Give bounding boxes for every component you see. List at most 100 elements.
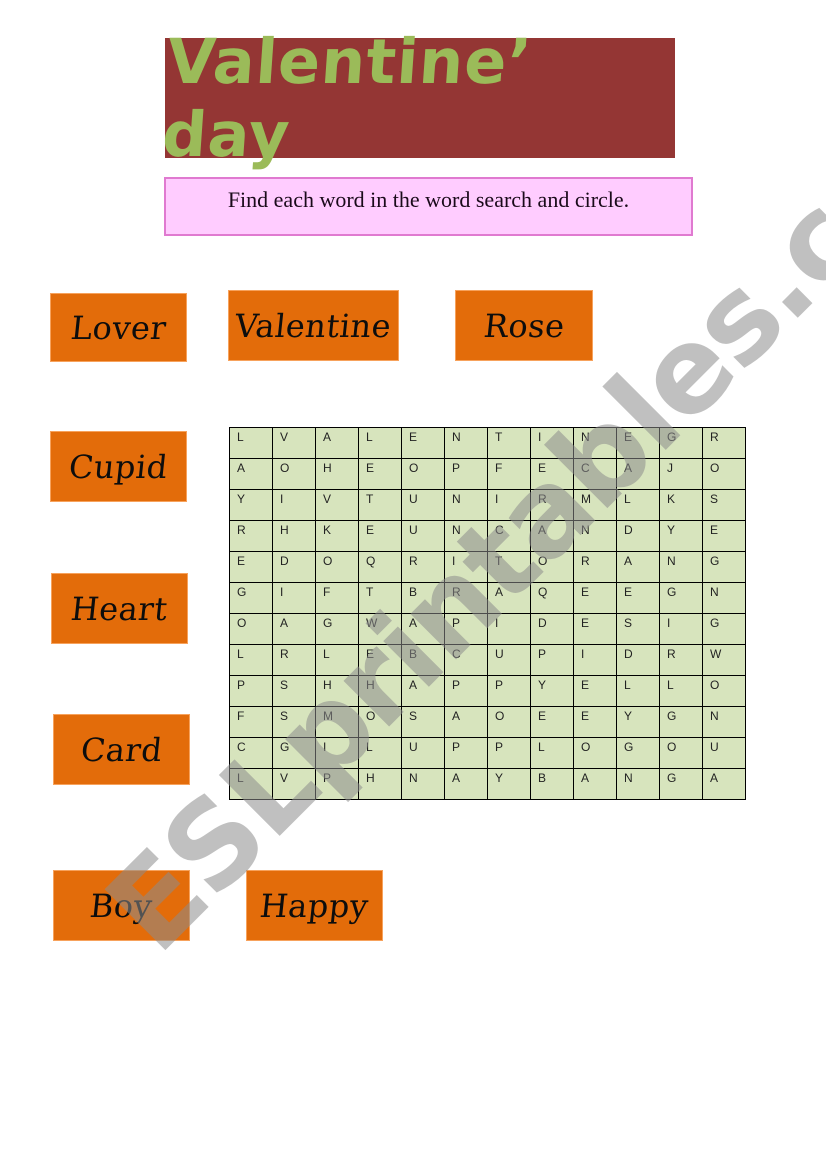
grid-cell[interactable]: G <box>315 613 359 645</box>
grid-cell[interactable]: N <box>444 427 488 459</box>
grid-cell[interactable]: G <box>272 737 316 769</box>
grid-cell[interactable]: L <box>315 644 359 676</box>
grid-cell[interactable]: R <box>573 551 617 583</box>
grid-cell[interactable]: F <box>315 582 359 614</box>
grid-cell[interactable]: G <box>659 582 703 614</box>
grid-cell[interactable]: N <box>444 489 488 521</box>
grid-cell[interactable]: I <box>573 644 617 676</box>
grid-cell[interactable]: V <box>272 768 316 800</box>
grid-cell[interactable]: E <box>573 582 617 614</box>
grid-cell[interactable]: Q <box>358 551 402 583</box>
grid-cell[interactable]: U <box>401 489 445 521</box>
grid-cell[interactable]: N <box>444 520 488 552</box>
grid-cell[interactable]: G <box>616 737 660 769</box>
grid-cell[interactable]: M <box>315 706 359 738</box>
grid-cell[interactable]: G <box>702 613 746 645</box>
grid-cell[interactable]: A <box>444 706 488 738</box>
grid-cell[interactable]: W <box>702 644 746 676</box>
grid-cell[interactable]: C <box>229 737 273 769</box>
grid-cell[interactable]: L <box>229 768 273 800</box>
grid-cell[interactable]: E <box>702 520 746 552</box>
grid-cell[interactable]: R <box>401 551 445 583</box>
grid-cell[interactable]: E <box>358 458 402 490</box>
grid-cell[interactable]: A <box>487 582 531 614</box>
grid-cell[interactable]: E <box>616 582 660 614</box>
grid-cell[interactable]: N <box>702 706 746 738</box>
grid-cell[interactable]: E <box>229 551 273 583</box>
grid-cell[interactable]: N <box>702 582 746 614</box>
grid-cell[interactable]: G <box>659 706 703 738</box>
grid-cell[interactable]: C <box>573 458 617 490</box>
grid-cell[interactable]: H <box>315 675 359 707</box>
grid-cell[interactable]: M <box>573 489 617 521</box>
grid-cell[interactable]: O <box>702 458 746 490</box>
grid-cell[interactable]: I <box>487 613 531 645</box>
grid-cell[interactable]: H <box>315 458 359 490</box>
grid-cell[interactable]: I <box>444 551 488 583</box>
grid-cell[interactable]: I <box>487 489 531 521</box>
grid-cell[interactable]: T <box>358 582 402 614</box>
grid-cell[interactable]: A <box>530 520 574 552</box>
grid-cell[interactable]: P <box>315 768 359 800</box>
grid-cell[interactable]: L <box>229 427 273 459</box>
grid-cell[interactable]: Y <box>229 489 273 521</box>
grid-cell[interactable]: I <box>530 427 574 459</box>
grid-cell[interactable]: R <box>229 520 273 552</box>
grid-cell[interactable]: S <box>616 613 660 645</box>
grid-cell[interactable]: E <box>358 520 402 552</box>
grid-cell[interactable]: K <box>315 520 359 552</box>
grid-cell[interactable]: G <box>659 768 703 800</box>
grid-cell[interactable]: O <box>573 737 617 769</box>
grid-cell[interactable]: D <box>616 644 660 676</box>
grid-cell[interactable]: U <box>702 737 746 769</box>
grid-cell[interactable]: D <box>272 551 316 583</box>
grid-cell[interactable]: R <box>659 644 703 676</box>
grid-cell[interactable]: D <box>530 613 574 645</box>
grid-cell[interactable]: P <box>487 737 531 769</box>
grid-cell[interactable]: G <box>659 427 703 459</box>
grid-cell[interactable]: T <box>487 427 531 459</box>
grid-cell[interactable]: B <box>530 768 574 800</box>
grid-cell[interactable]: N <box>616 768 660 800</box>
grid-cell[interactable]: A <box>616 458 660 490</box>
grid-cell[interactable]: K <box>659 489 703 521</box>
grid-cell[interactable]: E <box>401 427 445 459</box>
grid-cell[interactable]: R <box>702 427 746 459</box>
grid-cell[interactable]: T <box>487 551 531 583</box>
grid-cell[interactable]: A <box>272 613 316 645</box>
grid-cell[interactable]: T <box>358 489 402 521</box>
grid-cell[interactable]: Y <box>616 706 660 738</box>
grid-cell[interactable]: E <box>530 458 574 490</box>
grid-cell[interactable]: C <box>487 520 531 552</box>
grid-cell[interactable]: C <box>444 644 488 676</box>
grid-cell[interactable]: I <box>272 582 316 614</box>
grid-cell[interactable]: B <box>401 644 445 676</box>
grid-cell[interactable]: R <box>272 644 316 676</box>
grid-cell[interactable]: E <box>530 706 574 738</box>
grid-cell[interactable]: S <box>272 706 316 738</box>
grid-cell[interactable]: R <box>444 582 488 614</box>
grid-cell[interactable]: Q <box>530 582 574 614</box>
grid-cell[interactable]: G <box>702 551 746 583</box>
grid-cell[interactable]: L <box>659 675 703 707</box>
grid-cell[interactable]: Y <box>530 675 574 707</box>
grid-cell[interactable]: E <box>573 613 617 645</box>
grid-cell[interactable]: B <box>401 582 445 614</box>
grid-cell[interactable]: O <box>659 737 703 769</box>
grid-cell[interactable]: A <box>401 613 445 645</box>
grid-cell[interactable]: P <box>444 613 488 645</box>
grid-cell[interactable]: H <box>272 520 316 552</box>
grid-cell[interactable]: H <box>358 675 402 707</box>
grid-cell[interactable]: O <box>702 675 746 707</box>
grid-cell[interactable]: I <box>272 489 316 521</box>
grid-cell[interactable]: E <box>358 644 402 676</box>
grid-cell[interactable]: A <box>229 458 273 490</box>
grid-cell[interactable]: L <box>229 644 273 676</box>
grid-cell[interactable]: A <box>702 768 746 800</box>
grid-cell[interactable]: U <box>401 737 445 769</box>
grid-cell[interactable]: L <box>358 427 402 459</box>
grid-cell[interactable]: A <box>444 768 488 800</box>
grid-cell[interactable]: P <box>487 675 531 707</box>
grid-cell[interactable]: I <box>659 613 703 645</box>
grid-cell[interactable]: A <box>573 768 617 800</box>
